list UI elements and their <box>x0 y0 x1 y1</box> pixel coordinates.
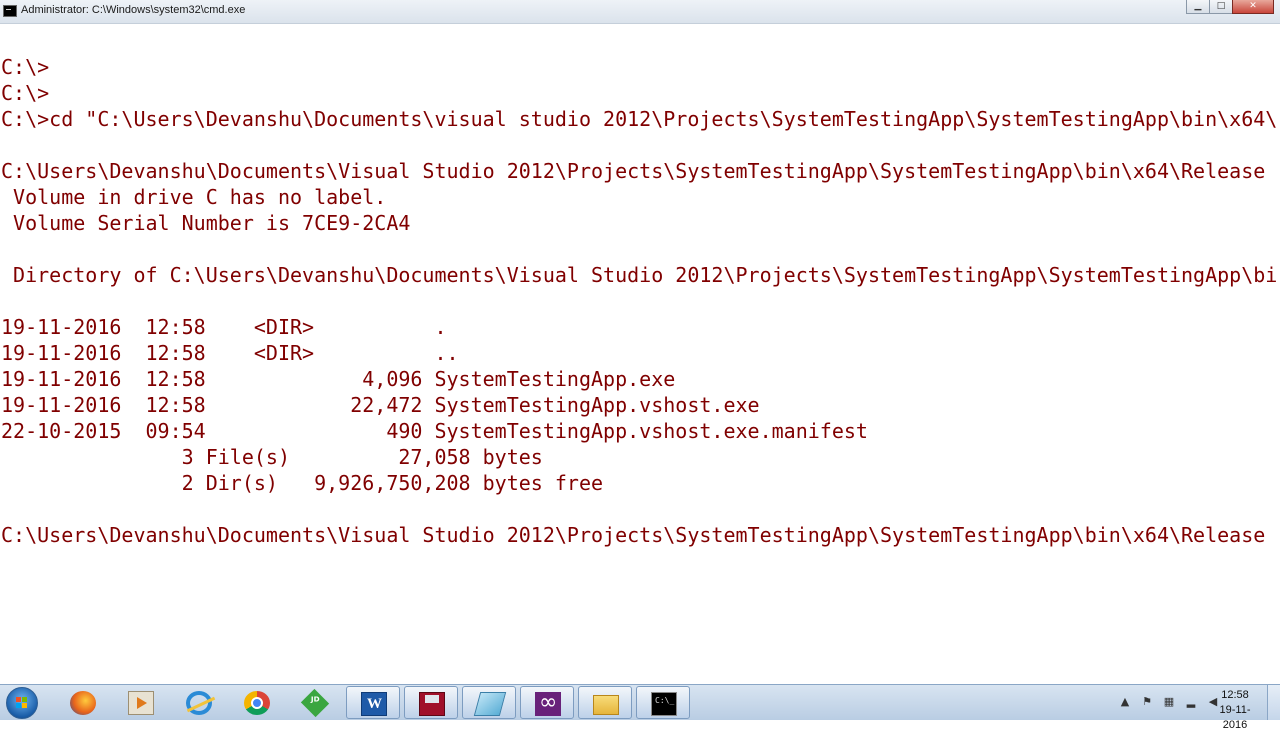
signal-icon[interactable]: ▂ <box>1184 695 1198 709</box>
taskbar-notepad[interactable] <box>462 686 516 719</box>
minimize-button[interactable]: ▁ <box>1186 0 1210 14</box>
network-icon[interactable]: ▦ <box>1162 695 1176 709</box>
start-button[interactable] <box>6 687 38 719</box>
taskbar-internet-explorer[interactable] <box>172 686 226 719</box>
flag-icon[interactable]: ⚑ <box>1140 695 1154 709</box>
console-line: 22-10-2015 09:54 490 SystemTestingApp.vs… <box>1 419 868 443</box>
taskbar-media-player[interactable] <box>114 686 168 719</box>
notepad-icon <box>473 692 507 716</box>
console-line: 2 Dir(s) 9,926,750,208 bytes free <box>1 471 604 495</box>
taskbar-word[interactable] <box>346 686 400 719</box>
console-line: 19-11-2016 12:58 <DIR> . <box>1 315 447 339</box>
cmd-window: Administrator: C:\Windows\system32\cmd.e… <box>0 0 1280 684</box>
jdownloader-icon <box>300 688 330 718</box>
chrome-icon <box>244 691 270 715</box>
show-hidden-icons-button[interactable]: ▲ <box>1118 695 1132 709</box>
taskbar-cmd[interactable] <box>636 686 690 719</box>
console-line: C:\> <box>1 55 50 79</box>
cmd-icon <box>651 692 677 716</box>
firefox-icon <box>70 691 96 715</box>
taskbar: ▲ ⚑ ▦ ▂ ◀ 12:58 19-11-2016 <box>0 684 1280 731</box>
title-bar[interactable]: Administrator: C:\Windows\system32\cmd.e… <box>0 0 1280 24</box>
system-tray: ▲ ⚑ ▦ ▂ ◀ <box>1118 695 1220 709</box>
taskbar-jdownloader[interactable] <box>288 686 342 719</box>
word-icon <box>361 692 387 716</box>
clock-time: 12:58 <box>1221 689 1249 701</box>
taskbar-explorer[interactable] <box>578 686 632 719</box>
console-line: C:\>cd "C:\Users\Devanshu\Documents\visu… <box>1 107 1278 131</box>
window-title: Administrator: C:\Windows\system32\cmd.e… <box>21 4 246 16</box>
console-line: 19-11-2016 12:58 4,096 SystemTestingApp.… <box>1 367 676 391</box>
console-prompt-line: C:\Users\Devanshu\Documents\Visual Studi… <box>1 523 1266 547</box>
console-line: C:\> <box>1 81 50 105</box>
taskbar-save-tool[interactable] <box>404 686 458 719</box>
internet-explorer-icon <box>186 691 212 715</box>
folder-icon <box>593 695 619 715</box>
save-icon <box>419 692 445 716</box>
console-line: C:\Users\Devanshu\Documents\Visual Studi… <box>1 159 1266 183</box>
console-line: 3 File(s) 27,058 bytes <box>1 445 543 469</box>
console-line: Volume Serial Number is 7CE9-2CA4 <box>1 211 411 235</box>
console-line: 19-11-2016 12:58 <DIR> .. <box>1 341 459 365</box>
taskbar-visual-studio[interactable] <box>520 686 574 719</box>
cmd-app-icon[interactable] <box>3 5 17 17</box>
console-line: 19-11-2016 12:58 22,472 SystemTestingApp… <box>1 393 760 417</box>
clock[interactable]: 12:58 19-11-2016 <box>1210 688 1260 733</box>
visual-studio-icon <box>535 690 561 716</box>
close-button[interactable]: ✕ <box>1232 0 1274 14</box>
taskbar-firefox[interactable] <box>56 686 110 719</box>
window-controls: ▁ □ ✕ <box>1186 0 1274 14</box>
taskbar-chrome[interactable] <box>230 686 284 719</box>
console-output[interactable]: C:\> C:\> C:\>cd "C:\Users\Devanshu\Docu… <box>0 24 1280 684</box>
show-desktop-button[interactable] <box>1267 685 1280 720</box>
maximize-button[interactable]: □ <box>1209 0 1233 14</box>
media-player-icon <box>128 691 154 715</box>
console-line: Volume in drive C has no label. <box>1 185 387 209</box>
console-line: Directory of C:\Users\Devanshu\Documents… <box>1 263 1278 287</box>
clock-date: 19-11-2016 <box>1219 704 1251 731</box>
